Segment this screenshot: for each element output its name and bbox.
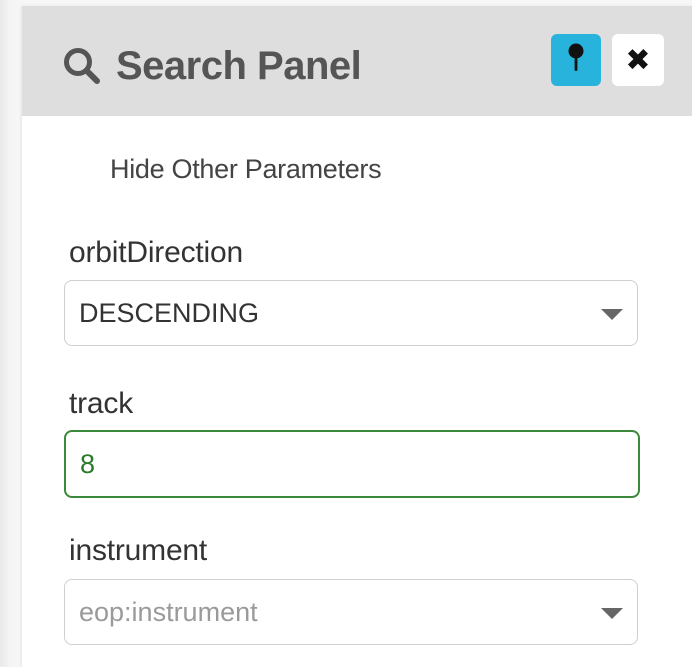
chevron-down-icon (601, 608, 623, 619)
close-button[interactable]: ✖ (612, 34, 664, 86)
page: Search Panel ✖ Hide Other Parameters orb… (0, 0, 692, 667)
panel-title-text: Search Panel (116, 43, 362, 88)
chevron-down-icon (601, 309, 623, 320)
search-panel: Search Panel ✖ Hide Other Parameters orb… (22, 6, 692, 667)
track-label: track (69, 387, 134, 420)
panel-title: Search Panel (62, 40, 362, 92)
close-icon: ✖ (625, 43, 651, 77)
orbit-direction-select[interactable]: DESCENDING (64, 280, 638, 346)
instrument-select[interactable]: eop:instrument (64, 579, 638, 645)
track-input[interactable] (64, 430, 640, 498)
pin-button[interactable] (551, 34, 601, 86)
orbit-direction-label: orbitDirection (69, 236, 243, 269)
hide-other-parameters-link[interactable]: Hide Other Parameters (110, 154, 382, 185)
panel-header: Search Panel ✖ (22, 6, 692, 116)
search-icon (62, 46, 102, 86)
map-pin-icon (566, 42, 586, 79)
instrument-placeholder: eop:instrument (79, 596, 258, 627)
orbit-direction-value: DESCENDING (79, 297, 260, 328)
instrument-label: instrument (69, 534, 208, 567)
